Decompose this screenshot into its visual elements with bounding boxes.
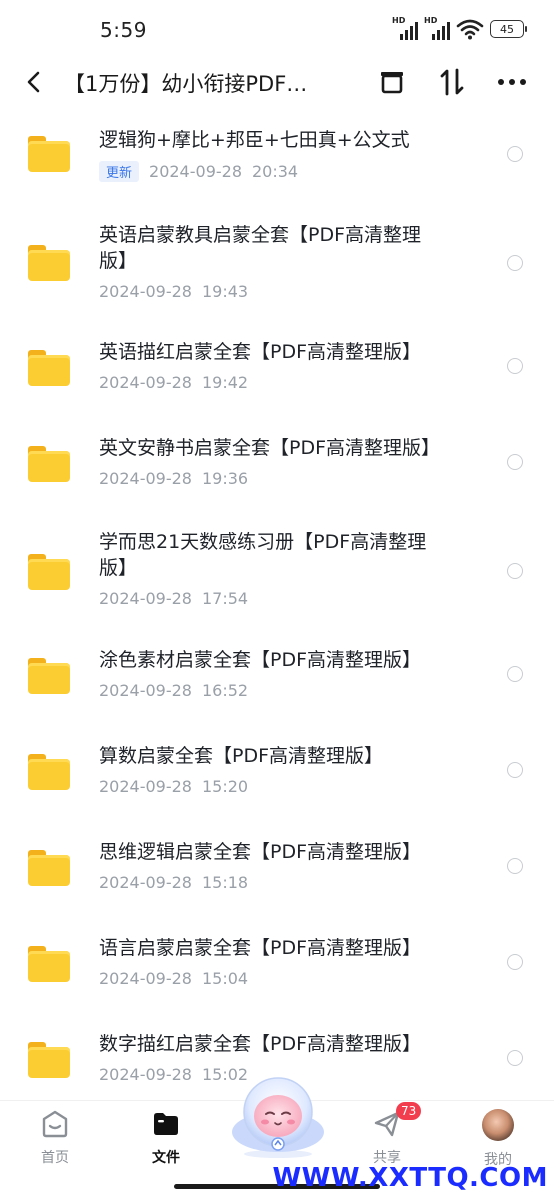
file-name: 算数启蒙全套【PDF高清整理版】 [99,745,384,767]
file-name: 逻辑狗+摩比+邦臣+七田真+公文式 [99,129,410,151]
battery-icon: 45 [490,20,527,38]
cellular-signal-icon: HD [392,16,418,40]
file-date: 2024-09-28 [99,969,192,988]
file-name: 涂色素材启蒙全套【PDF高清整理版】 [99,649,422,671]
tab-files-label: 文件 [152,1150,180,1166]
status-indicators: HD HD 45 [392,16,527,40]
list-item[interactable]: 涂色素材启蒙全套【PDF高清整理版】 2024-09-28 16:52 [0,634,554,730]
file-meta: 2024-09-28 16:52 [99,681,248,700]
more-button[interactable] [494,64,530,100]
file-name: 英文安静书启蒙全套【PDF高清整理版】 [99,437,441,459]
file-time: 19:42 [201,373,249,392]
folder-icon [28,850,70,886]
folder-icon [28,245,70,281]
tab-mine[interactable]: 我的 [458,1109,538,1169]
select-radio[interactable] [507,954,523,970]
file-meta: 更新 2024-09-28 20:34 [99,161,298,182]
list-item[interactable]: 语言启蒙启蒙全套【PDF高清整理版】 2024-09-28 15:04 [0,922,554,1018]
list-item[interactable]: 英语启蒙教具启蒙全套【PDF高清整理版】 2024-09-28 19:43 [0,202,554,322]
page-title: 【1万份】幼小衔接PDF… [64,72,308,96]
file-date: 2024-09-28 [99,873,192,892]
folder-icon [28,350,70,386]
file-date: 2024-09-28 [99,282,192,301]
archive-icon [381,72,403,94]
folder-icon [28,136,70,172]
file-date: 2024-09-28 [149,162,242,181]
file-time: 15:20 [201,777,249,796]
mascot-assistant-button[interactable] [228,1072,328,1160]
file-date: 2024-09-28 [99,777,192,796]
file-meta: 2024-09-28 15:02 [99,1065,248,1084]
select-radio[interactable] [507,146,523,162]
list-item[interactable]: 英文安静书启蒙全套【PDF高清整理版】 2024-09-28 19:36 [0,418,554,514]
archive-button[interactable] [374,64,410,100]
file-meta: 2024-09-28 19:36 [99,469,248,488]
file-date: 2024-09-28 [99,373,192,392]
file-time: 19:36 [201,469,249,488]
file-date: 2024-09-28 [99,589,192,608]
list-item[interactable]: 算数启蒙全套【PDF高清整理版】 2024-09-28 15:20 [0,730,554,826]
status-bar: 5:59 HD HD 45 [0,0,554,58]
file-meta: 2024-09-28 15:04 [99,969,248,988]
folder-icon [28,754,70,790]
select-radio[interactable] [507,358,523,374]
list-item[interactable]: 英语描红启蒙全套【PDF高清整理版】 2024-09-28 19:42 [0,322,554,418]
folder-icon [28,554,70,590]
list-item[interactable]: 逻辑狗+摩比+邦臣+七田真+公文式 更新 2024-09-28 20:34 [0,106,554,202]
avatar [482,1109,514,1141]
select-radio[interactable] [507,255,523,271]
select-radio[interactable] [507,454,523,470]
updated-badge: 更新 [99,161,140,182]
select-radio[interactable] [507,1050,523,1066]
select-radio[interactable] [507,563,523,579]
share-notification-badge: 73 [396,1102,422,1120]
file-date: 2024-09-28 [99,681,192,700]
file-time: 15:18 [201,873,249,892]
back-button[interactable] [18,64,50,100]
file-time: 20:34 [252,162,299,181]
file-name: 思维逻辑启蒙全套【PDF高清整理版】 [99,841,422,863]
select-radio[interactable] [507,858,523,874]
list-item[interactable]: 思维逻辑启蒙全套【PDF高清整理版】 2024-09-28 15:18 [0,826,554,922]
more-icon [498,79,526,85]
file-name: 英语启蒙教具启蒙全套【PDF高清整理版】 [99,224,422,272]
file-name: 学而思21天数感练习册【PDF高清整理版】 [99,531,427,579]
tab-home[interactable]: 首页 [15,1109,95,1167]
folder-icon [28,946,70,982]
file-date: 2024-09-28 [99,469,192,488]
file-name: 英语描红启蒙全套【PDF高清整理版】 [99,341,422,363]
file-time: 19:43 [201,282,249,301]
file-meta: 2024-09-28 19:42 [99,373,248,392]
file-time: 15:04 [201,969,249,988]
tab-home-label: 首页 [41,1150,69,1166]
file-meta: 2024-09-28 15:20 [99,777,248,796]
folder-tab-icon [154,1113,178,1135]
top-navigation: 【1万份】幼小衔接PDF… [0,58,554,106]
back-icon [27,71,40,93]
file-meta: 2024-09-28 15:18 [99,873,248,892]
tab-files[interactable]: 文件 [126,1109,206,1167]
watermark-text: WWW.XXTTQ.COM [272,1163,548,1193]
file-meta: 2024-09-28 17:54 [99,589,248,608]
wifi-icon [456,19,484,40]
cellular-signal-2-icon: HD [424,16,450,40]
list-item[interactable]: 学而思21天数感练习册【PDF高清整理版】 2024-09-28 17:54 [0,514,554,634]
sort-icon [440,68,464,96]
folder-icon [28,658,70,694]
select-radio[interactable] [507,762,523,778]
home-icon [42,1110,68,1138]
file-time: 16:52 [201,681,249,700]
file-time: 17:54 [201,589,249,608]
folder-icon [28,1042,70,1078]
select-radio[interactable] [507,666,523,682]
folder-icon [28,446,70,482]
file-meta: 2024-09-28 19:43 [99,282,248,301]
file-name: 语言启蒙启蒙全套【PDF高清整理版】 [99,937,422,959]
status-time: 5:59 [100,18,147,42]
file-name: 数字描红启蒙全套【PDF高清整理版】 [99,1033,422,1055]
sort-button[interactable] [434,64,470,100]
file-date: 2024-09-28 [99,1065,192,1084]
